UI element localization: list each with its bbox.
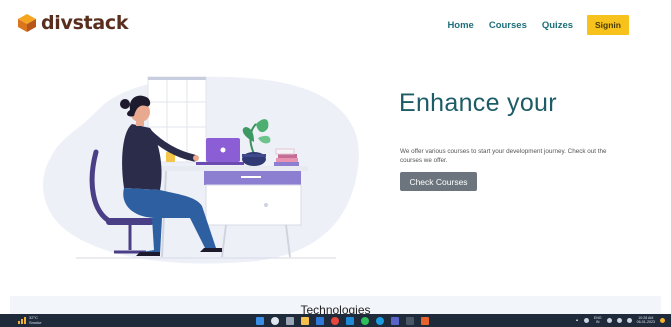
- system-tray: ▲ ENG IN 10:28 AM 06-01-2023: [575, 316, 665, 324]
- nav-courses-link[interactable]: Courses: [489, 20, 527, 31]
- tray-chevron-up-icon[interactable]: ▲: [575, 318, 579, 322]
- signin-button[interactable]: Signin: [587, 15, 629, 35]
- language-indicator[interactable]: ENG IN: [594, 316, 602, 324]
- taskbar-apps: [256, 317, 429, 325]
- windows-start-icon[interactable]: [256, 317, 264, 325]
- battery-icon[interactable]: [626, 317, 632, 323]
- chrome-icon[interactable]: [331, 317, 339, 325]
- hero-title: Enhance your: [399, 89, 557, 117]
- check-courses-button[interactable]: Check Courses: [400, 172, 477, 191]
- main-nav: Home Courses Quizes Signin: [432, 15, 629, 35]
- store-icon[interactable]: [316, 317, 324, 325]
- nav-home-link[interactable]: Home: [447, 20, 473, 31]
- weather-desc: Smoke: [29, 319, 42, 325]
- clock[interactable]: 10:28 AM 06-01-2023: [637, 316, 655, 324]
- clock-date: 06-01-2023: [636, 320, 655, 325]
- brand-name: divstack: [41, 12, 129, 34]
- os-taskbar: 32°C Smoke ▲ ENG IN 10:28 AM 06-01-2023: [0, 314, 671, 327]
- nav-quizes-link[interactable]: Quizes: [542, 20, 573, 31]
- hero-description: We offer various courses to start your d…: [400, 148, 607, 164]
- weather-chart-icon: [18, 317, 26, 324]
- terminal-icon[interactable]: [406, 317, 414, 325]
- spotify-icon[interactable]: [361, 317, 369, 325]
- office-icon[interactable]: [421, 317, 429, 325]
- edge-icon[interactable]: [376, 317, 384, 325]
- weather-widget[interactable]: 32°C Smoke: [18, 315, 42, 325]
- brand-logo[interactable]: divstack: [17, 12, 129, 34]
- vscode-icon[interactable]: [346, 317, 354, 325]
- notifications-icon[interactable]: [660, 317, 665, 323]
- onedrive-icon[interactable]: [583, 317, 589, 323]
- technologies-section: Technologies: [10, 296, 661, 314]
- technologies-heading: Technologies: [300, 303, 371, 314]
- wifi-icon[interactable]: [606, 317, 612, 323]
- volume-icon[interactable]: [616, 317, 622, 323]
- task-view-icon[interactable]: [286, 317, 294, 325]
- hero-illustration: [43, 76, 359, 264]
- search-icon[interactable]: [271, 317, 279, 325]
- file-explorer-icon[interactable]: [301, 317, 309, 325]
- cube-logo-icon: [18, 14, 36, 32]
- teams-icon[interactable]: [391, 317, 399, 325]
